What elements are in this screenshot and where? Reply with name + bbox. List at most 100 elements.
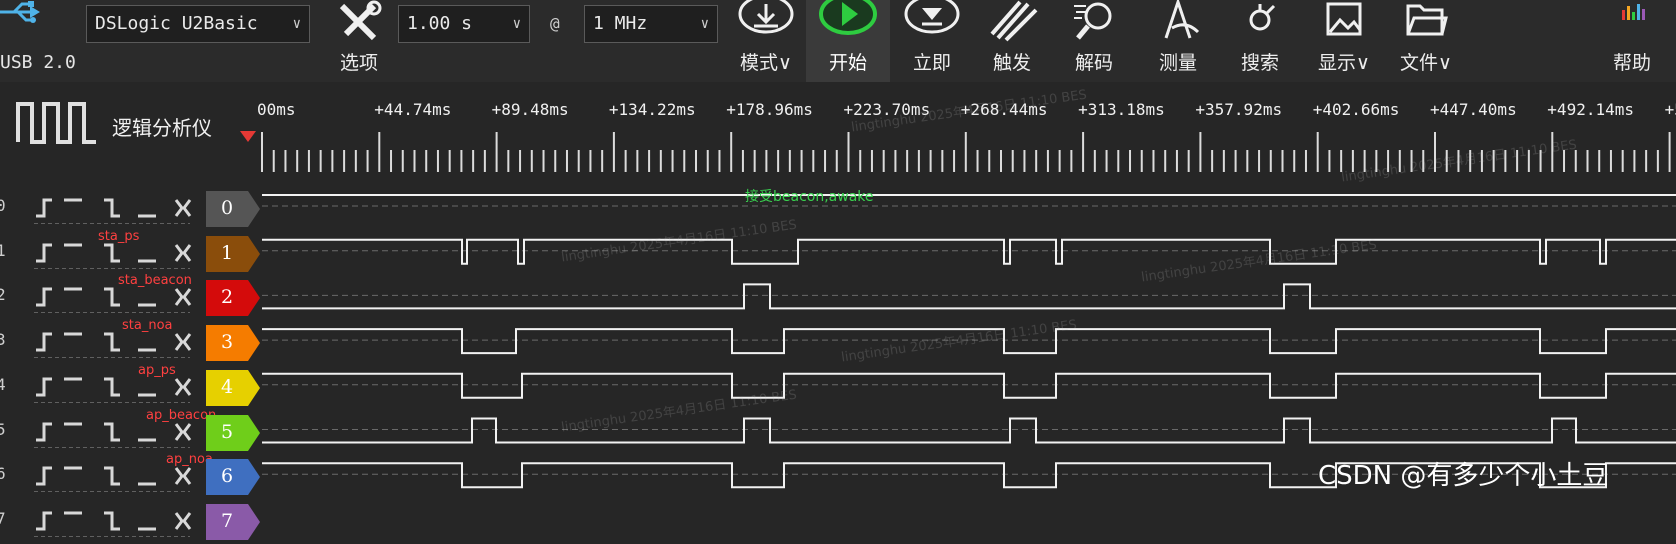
- samplerate-value: 1 MHz: [593, 13, 648, 34]
- trigger-icon: [990, 0, 1038, 42]
- trigger-selector-icons[interactable]: [34, 328, 204, 359]
- play-icon: [819, 0, 877, 35]
- dropdown-triangle-icon[interactable]: [240, 131, 256, 142]
- tool-label: 测量: [1158, 52, 1197, 74]
- logic-analyzer-title: 逻辑分析仪: [112, 116, 212, 140]
- chevron-down-icon: ∨: [292, 16, 301, 32]
- channel-badge-number: 6: [220, 465, 234, 488]
- ruler-tick-label: +492.14ms: [1547, 100, 1634, 119]
- options-button[interactable]: 选项: [316, 0, 402, 82]
- channel-badge[interactable]: 6: [206, 459, 262, 496]
- channel-row: 5 ap_beacon 5: [0, 408, 1676, 454]
- channel-index-left: 7: [0, 508, 6, 528]
- channel-row: 4 ap_ps 4: [0, 363, 1676, 409]
- ruler-tick-label: +313.18ms: [1078, 100, 1165, 119]
- channel-index-left: 3: [0, 330, 6, 350]
- csdn-watermark: CSDN @有多少个小土豆: [1318, 461, 1609, 491]
- toolbar: USB 2.0 DSLogic U2Basic ∨ 选项 1.00 s ∨ @ …: [0, 0, 1676, 82]
- tools-icon: [339, 0, 382, 41]
- device-select[interactable]: DSLogic U2Basic ∨: [86, 5, 310, 43]
- search-icon: [1249, 4, 1276, 31]
- channel-badge-number: 5: [220, 420, 234, 443]
- channel-index-left: 5: [0, 419, 6, 439]
- channel-badge[interactable]: 3: [206, 325, 262, 362]
- display-icon: [1326, 2, 1362, 36]
- measure-button[interactable]: 测量: [1136, 0, 1220, 82]
- tool-label: 文件∨: [1400, 52, 1452, 74]
- trigger-button[interactable]: 触发: [970, 0, 1054, 82]
- channel-name[interactable]: sta_noa: [122, 318, 173, 333]
- tool-label: 开始: [828, 52, 867, 74]
- ruler-tick-label: +134.22ms: [608, 100, 696, 119]
- ruler-tick-label: +89.48ms: [491, 100, 569, 119]
- tool-label: 立即: [912, 52, 951, 74]
- samplerate-select[interactable]: 1 MHz ∨: [584, 5, 718, 43]
- channel-badge-number: 4: [220, 375, 234, 398]
- channel-badge[interactable]: 5: [206, 414, 262, 451]
- usb-icon: [0, 1, 40, 23]
- tool-label: 模式∨: [740, 52, 792, 74]
- trigger-selector-icons[interactable]: [34, 507, 204, 537]
- chevron-down-icon: ∨: [512, 16, 521, 32]
- square-wave-icon: [16, 102, 96, 144]
- ruler-tick-label: +447.40ms: [1430, 100, 1517, 119]
- device-select-value: DSLogic U2Basic: [95, 13, 258, 34]
- file-button[interactable]: 文件∨: [1384, 0, 1468, 82]
- measure-icon: [1164, 0, 1200, 39]
- display-button[interactable]: 显示∨: [1302, 0, 1386, 82]
- channel-badge-number: 7: [220, 509, 234, 532]
- channel-name[interactable]: sta_beacon: [118, 273, 192, 288]
- channel-index-left: 1: [0, 240, 6, 260]
- channel-badge[interactable]: 0: [206, 191, 262, 227]
- channel-row: 1 sta_ps 1: [0, 229, 1676, 275]
- channel-badge[interactable]: 2: [206, 280, 262, 317]
- tool-label: 显示∨: [1318, 52, 1370, 74]
- tool-label: 搜索: [1240, 52, 1279, 74]
- channel-name[interactable]: sta_ps: [98, 229, 139, 244]
- tool-label: 触发: [992, 52, 1031, 74]
- channel-row: 2 sta_beacon 2: [0, 273, 1676, 319]
- ruler-tick-label: +357.92ms: [1195, 100, 1283, 119]
- ruler-tick-label: 00ms: [257, 100, 296, 119]
- channel-badge[interactable]: 7: [206, 503, 262, 540]
- at-label: @: [550, 14, 560, 33]
- options-label: 选项: [339, 52, 378, 74]
- ruler-tick-label: +536.: [1664, 100, 1676, 119]
- folder-icon: [1406, 4, 1448, 36]
- trigger-selector-icons[interactable]: [34, 373, 204, 403]
- download-icon: [738, 0, 794, 34]
- channel-name[interactable]: ap_ps: [138, 363, 176, 378]
- channel-badge-number: 3: [220, 331, 234, 354]
- channel-badge-number: 2: [220, 286, 234, 309]
- chevron-down-icon: ∨: [700, 16, 709, 32]
- channel-index-left: 2: [0, 285, 6, 305]
- channel-index-left: 0: [0, 196, 6, 215]
- ruler-tick-label: +178.96ms: [726, 100, 813, 119]
- channel-row: 3 sta_noa 3: [0, 318, 1676, 364]
- help-button[interactable]: 帮助: [1590, 0, 1674, 82]
- start-button[interactable]: 开始: [806, 0, 890, 82]
- ruler-tick-label: +44.74ms: [374, 100, 452, 119]
- single-capture-button[interactable]: 立即: [890, 0, 974, 82]
- tool-label: 帮助: [1612, 52, 1651, 74]
- mode-button[interactable]: 模式∨: [724, 0, 808, 82]
- duration-select[interactable]: 1.00 s ∨: [398, 5, 530, 43]
- trigger-selector-icons[interactable]: [34, 194, 204, 224]
- help-icon: [1622, 4, 1645, 20]
- ruler-tick-label: +402.66ms: [1312, 100, 1400, 119]
- channel-badge[interactable]: 4: [206, 369, 262, 406]
- channel-badge[interactable]: 1: [206, 235, 262, 272]
- channel-index-left: 4: [0, 374, 6, 394]
- decode-button[interactable]: 解码: [1052, 0, 1136, 82]
- channel-row: 77: [0, 499, 1676, 543]
- channel-badge-number: 1: [220, 241, 234, 264]
- decode-icon: [1074, 2, 1112, 40]
- channel-badge-number: 0: [220, 197, 234, 219]
- tool-label: 解码: [1074, 52, 1113, 74]
- usb-version-label: USB 2.0: [0, 52, 76, 73]
- single-capture-icon: [904, 0, 960, 34]
- search-button[interactable]: 搜索: [1218, 0, 1302, 82]
- duration-value: 1.00 s: [407, 13, 473, 34]
- decode-annotation: 接受beacon,awake: [745, 189, 874, 205]
- channel-index-left: 6: [0, 464, 6, 484]
